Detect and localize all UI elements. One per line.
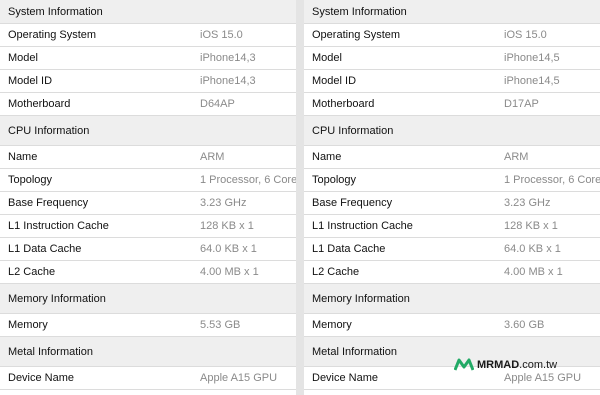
- info-value: 4.00 MB x 1: [504, 266, 563, 278]
- info-row-memory: Memory 5.53 GB: [0, 314, 296, 337]
- info-value: iOS 15.0: [200, 29, 243, 41]
- info-row-l1-data-cache: L1 Data Cache 64.0 KB x 1: [304, 238, 600, 261]
- info-value: 1 Processor, 6 Cores: [504, 174, 600, 186]
- info-row-l1-instruction-cache: L1 Instruction Cache 128 KB x 1: [0, 215, 296, 238]
- section-title: CPU Information: [8, 124, 90, 137]
- info-row-memory: Memory 3.60 GB: [304, 314, 600, 337]
- info-label: Motherboard: [312, 98, 375, 110]
- info-value: Apple A15 GPU: [200, 372, 278, 384]
- info-row-l1-data-cache: L1 Data Cache 64.0 KB x 1: [0, 238, 296, 261]
- info-label: Operating System: [312, 29, 401, 41]
- section-header-memory-information: Memory Information: [304, 284, 600, 314]
- section-title: Metal Information: [312, 345, 397, 358]
- section-title: System Information: [312, 5, 407, 18]
- info-label: Base Frequency: [312, 197, 393, 209]
- watermark-brand: MRMAD: [477, 359, 520, 371]
- info-row-topology: Topology 1 Processor, 6 Cores: [304, 169, 600, 192]
- info-value: iPhone14,5: [504, 52, 560, 64]
- info-label: Name: [8, 151, 38, 163]
- info-value: 64.0 KB x 1: [200, 243, 257, 255]
- comparison-view: System Information Operating System iOS 15…: [0, 0, 600, 395]
- section-title: System Information: [8, 5, 103, 18]
- watermark-domain: .com.tw: [519, 359, 558, 371]
- info-label: Memory: [312, 319, 352, 331]
- info-label: Base Frequency: [8, 197, 89, 209]
- info-row-model: Model iPhone14,3: [0, 47, 296, 70]
- info-row-l2-cache: L2 Cache 4.00 MB x 1: [0, 261, 296, 284]
- section-title: Metal Information: [8, 345, 93, 358]
- watermark-text: MRMAD.com.tw: [477, 359, 557, 371]
- info-label: L1 Instruction Cache: [312, 220, 413, 232]
- info-value: iOS 15.0: [504, 29, 547, 41]
- info-row-model-id: Model ID iPhone14,5: [304, 70, 600, 93]
- section-header-system-information: System Information: [0, 0, 296, 24]
- info-row-operating-system: Operating System iOS 15.0: [0, 24, 296, 47]
- info-row-model-id: Model ID iPhone14,3: [0, 70, 296, 93]
- info-value: 3.23 GHz: [504, 197, 551, 209]
- info-row-l2-cache: L2 Cache 4.00 MB x 1: [304, 261, 600, 284]
- info-value: Apple A15 GPU: [504, 372, 582, 384]
- info-row-base-frequency: Base Frequency 3.23 GHz: [304, 192, 600, 215]
- info-label: Model: [312, 52, 342, 64]
- info-value: iPhone14,3: [200, 75, 256, 87]
- info-row-name: Name ARM: [0, 146, 296, 169]
- info-label: Topology: [8, 174, 53, 186]
- info-value: 3.60 GB: [504, 319, 545, 331]
- info-value: D64AP: [200, 98, 235, 110]
- mrmad-watermark: MRMAD.com.tw: [454, 358, 557, 372]
- info-row-device-name: Device Name Apple A15 GPU: [0, 367, 296, 390]
- info-label: Model ID: [8, 75, 53, 87]
- section-header-cpu-information: CPU Information: [0, 116, 296, 146]
- section-header-cpu-information: CPU Information: [304, 116, 600, 146]
- info-label: L1 Data Cache: [312, 243, 386, 255]
- info-value: 64.0 KB x 1: [504, 243, 561, 255]
- mrmad-logo-icon: [454, 358, 474, 371]
- info-row-topology: Topology 1 Processor, 6 Cores: [0, 169, 296, 192]
- info-value: 4.00 MB x 1: [200, 266, 259, 278]
- info-row-operating-system: Operating System iOS 15.0: [304, 24, 600, 47]
- info-row-name: Name ARM: [304, 146, 600, 169]
- info-row-motherboard: Motherboard D17AP: [304, 93, 600, 116]
- info-label: Name: [312, 151, 342, 163]
- info-row-motherboard: Motherboard D64AP: [0, 93, 296, 116]
- info-label: Topology: [312, 174, 357, 186]
- section-header-system-information: System Information: [304, 0, 600, 24]
- info-label: Operating System: [8, 29, 97, 41]
- info-row-model: Model iPhone14,5: [304, 47, 600, 70]
- info-label: Model ID: [312, 75, 357, 87]
- info-value: D17AP: [504, 98, 539, 110]
- info-label: L1 Data Cache: [8, 243, 82, 255]
- info-value: 1 Processor, 6 Cores: [200, 174, 296, 186]
- info-label: Device Name: [8, 372, 75, 384]
- info-value: iPhone14,5: [504, 75, 560, 87]
- info-label: L1 Instruction Cache: [8, 220, 109, 232]
- info-value: 128 KB x 1: [504, 220, 558, 232]
- section-header-memory-information: Memory Information: [0, 284, 296, 314]
- info-row-base-frequency: Base Frequency 3.23 GHz: [0, 192, 296, 215]
- info-label: Motherboard: [8, 98, 71, 110]
- info-label: L2 Cache: [312, 266, 360, 278]
- info-row-l1-instruction-cache: L1 Instruction Cache 128 KB x 1: [304, 215, 600, 238]
- section-title: Memory Information: [8, 292, 106, 305]
- info-label: Device Name: [312, 372, 379, 384]
- info-value: iPhone14,3: [200, 52, 256, 64]
- section-header-metal-information: Metal Information: [0, 337, 296, 367]
- info-value: ARM: [504, 151, 529, 163]
- info-value: 5.53 GB: [200, 319, 241, 331]
- section-title: CPU Information: [312, 124, 394, 137]
- device-info-panel-left: System Information Operating System iOS 15…: [0, 0, 296, 395]
- panel-divider: [296, 0, 304, 395]
- info-label: Memory: [8, 319, 48, 331]
- info-label: Model: [8, 52, 38, 64]
- info-label: L2 Cache: [8, 266, 56, 278]
- section-title: Memory Information: [312, 292, 410, 305]
- info-value: 3.23 GHz: [200, 197, 247, 209]
- device-info-panel-right: System Information Operating System iOS 15…: [304, 0, 600, 395]
- info-value: ARM: [200, 151, 225, 163]
- info-value: 128 KB x 1: [200, 220, 254, 232]
